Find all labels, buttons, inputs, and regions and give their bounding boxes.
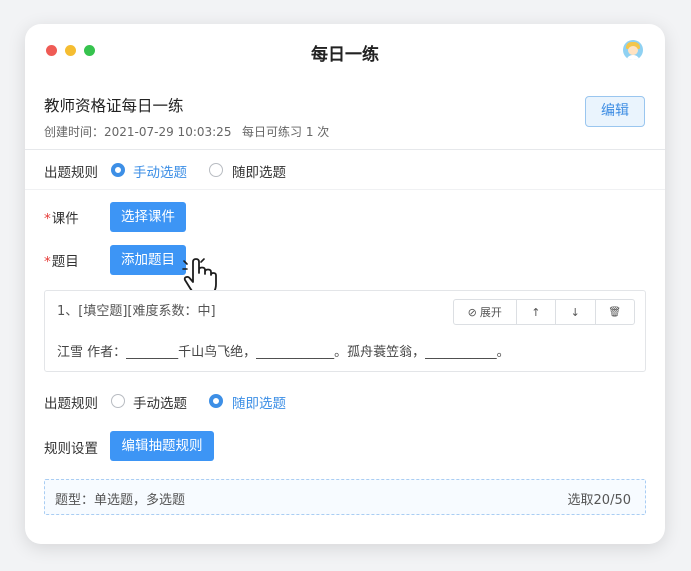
edit-button[interactable]: 编辑 <box>585 96 645 127</box>
question-toolbar: ⊘ 展开 ↑ ↓ 🗑 <box>453 299 635 325</box>
question-body: 江雪 作者：________千山鸟飞绝，____________。孤舟蓑笠翁，_… <box>57 345 510 360</box>
add-question-button[interactable]: 添加题目 <box>110 245 186 275</box>
question-card: 1、[填空题][难度系数：中] ⊘ 展开 ↑ ↓ 🗑 江雪 作者：_______… <box>44 290 646 372</box>
move-up-button[interactable]: ↑ <box>515 300 555 324</box>
required-mark: * <box>44 254 51 270</box>
radio-random-label[interactable]: 随即选题 <box>232 161 286 181</box>
daily-limit: 每日可练习 1 次 <box>242 125 330 139</box>
move-down-button[interactable]: ↓ <box>555 300 594 324</box>
question-types: 题型：单选题，多选题 <box>55 493 186 508</box>
radio-manual-selected[interactable] <box>111 163 125 177</box>
radio-manual[interactable] <box>111 394 125 408</box>
expand-button[interactable]: ⊘ 展开 <box>454 300 516 324</box>
select-courseware-button[interactable]: 选择课件 <box>110 202 186 232</box>
arrow-up-icon: ↑ <box>531 305 541 319</box>
radio-manual-label-2[interactable]: 手动选题 <box>133 392 187 412</box>
required-mark: * <box>44 211 51 227</box>
window-title: 每日一练 <box>311 45 379 65</box>
avatar-face <box>628 46 638 55</box>
rule-label-2: 出题规则 <box>44 396 98 412</box>
expand-icon: ⊘ <box>467 305 477 319</box>
header: 教师资格证每日一练 创建时间：2021-07-29 10:03:25 每日可练习… <box>25 80 665 150</box>
edit-draw-rules-button[interactable]: 编辑抽题规则 <box>110 431 214 461</box>
trash-icon: 🗑 <box>608 306 622 318</box>
questions-label-text: 题目 <box>51 254 79 270</box>
rule-summary[interactable]: 题型：单选题，多选题 选取20/50 <box>44 479 646 515</box>
created-time: 创建时间：2021-07-29 10:03:25 <box>44 125 232 139</box>
delete-button[interactable]: 🗑 <box>594 300 634 324</box>
radio-random[interactable] <box>209 163 223 177</box>
title-bar: 每日一练 <box>25 24 665 80</box>
courseware-label: *课件 <box>44 207 79 227</box>
page-title: 教师资格证每日一练 <box>44 97 184 115</box>
radio-manual-label[interactable]: 手动选题 <box>133 161 187 181</box>
expand-label: 展开 <box>479 306 502 319</box>
courseware-label-text: 课件 <box>51 211 79 227</box>
rule-settings-label: 规则设置 <box>44 441 98 457</box>
rule-label: 出题规则 <box>44 165 98 181</box>
selection-count: 选取20/50 <box>567 493 631 508</box>
radio-random-label-2[interactable]: 随即选题 <box>232 392 286 412</box>
radio-random-selected[interactable] <box>209 394 223 408</box>
rule-row-1: 出题规则 手动选题 随即选题 <box>25 150 665 190</box>
question-header: 1、[填空题][难度系数：中] <box>57 304 216 319</box>
app-window: 每日一练 教师资格证每日一练 创建时间：2021-07-29 10:03:25 … <box>25 24 665 544</box>
questions-label: *题目 <box>44 250 79 270</box>
arrow-down-icon: ↓ <box>570 305 580 319</box>
avatar[interactable] <box>623 40 643 60</box>
avatar-body <box>626 55 640 60</box>
